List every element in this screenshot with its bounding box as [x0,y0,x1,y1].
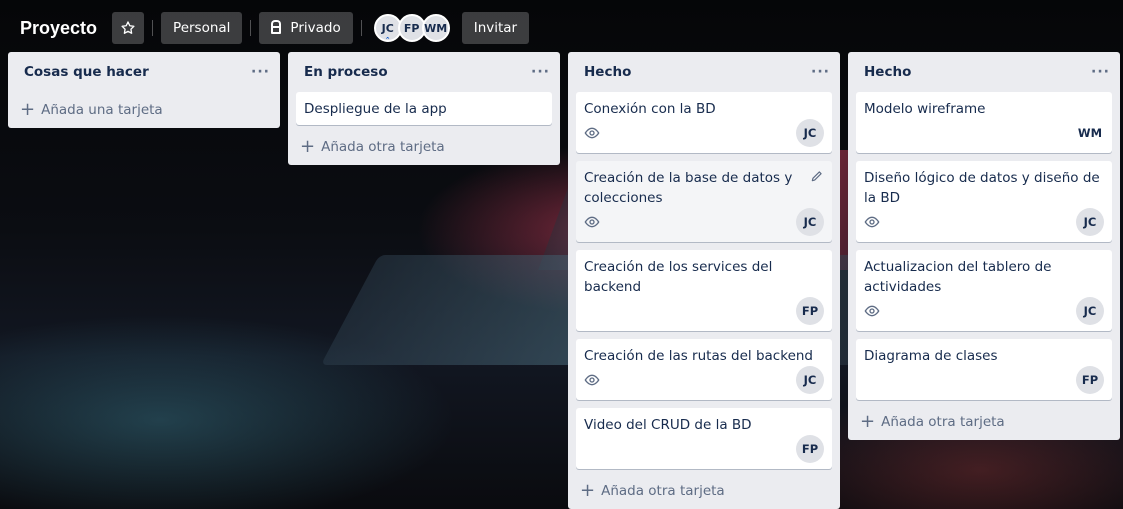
member-initials: JC [381,21,394,35]
card-badges: JC [584,208,824,236]
card-list: Conexión con la BD JC Creación de la bas… [568,92,840,469]
list-menu-icon[interactable]: ··· [1091,64,1110,80]
card[interactable]: Modelo wireframe WM [856,92,1112,153]
visibility-button[interactable]: Privado [259,12,353,44]
card-badges: WM [864,119,1104,147]
card-member-avatar[interactable]: JC [1076,208,1104,236]
add-card-button[interactable]: + Añada otra tarjeta [568,473,840,509]
star-button[interactable] [112,12,145,44]
card-title: Diagrama de clases [864,348,998,364]
card[interactable]: Actualizacion del tablero de actividades… [856,250,1112,331]
card-list: Modelo wireframe WM Diseño lógico de dat… [848,92,1120,400]
eye-icon [864,216,880,228]
card[interactable]: Creación de los services del backend FP [576,250,832,331]
add-card-label: Añada una tarjeta [41,102,163,118]
member-initials: WM [424,21,448,35]
card-title: Diseño lógico de datos y diseño de la BD [864,170,1100,206]
plus-icon: + [300,136,316,157]
add-card-label: Añada otra tarjeta [601,483,725,499]
visibility-label: Privado [290,20,341,36]
eye-icon [864,305,880,317]
card-list: Despliegue de la app [288,92,560,125]
list-menu-icon[interactable]: ··· [251,64,270,80]
list-menu-icon[interactable]: ··· [811,64,830,80]
workspace-button[interactable]: Personal [161,12,243,44]
card-title: Actualizacion del tablero de actividades [864,259,1052,295]
card-title: Modelo wireframe [864,101,986,117]
invite-button[interactable]: Invitar [461,12,530,44]
card[interactable]: Diagrama de clases FP [856,339,1112,400]
list-cosas-que-hacer: Cosas que hacer ··· + Añada una tarjeta [8,52,280,128]
add-card-button[interactable]: + Añada otra tarjeta [288,129,560,165]
card-badges: JC [584,366,824,394]
separator [152,20,154,36]
member-initials: FP [403,21,420,35]
list-header[interactable]: Cosas que hacer ··· [8,52,280,92]
card-member-avatar[interactable]: JC [796,119,824,147]
card[interactable]: Diseño lógico de datos y diseño de la BD… [856,161,1112,242]
card-badges: FP [584,435,824,463]
star-icon [121,21,135,34]
plus-icon: + [20,99,36,120]
card-member-avatar[interactable]: JC [796,208,824,236]
list-hecho-2: Hecho ··· Modelo wireframe WM Diseño lóg… [848,52,1120,440]
card-member-avatar[interactable]: FP [796,297,824,325]
card-title: Video del CRUD de la BD [584,417,752,433]
list-title[interactable]: Hecho [864,64,911,80]
card[interactable]: Conexión con la BD JC [576,92,832,153]
eye-icon [584,216,600,228]
card-member-avatar[interactable]: JC [796,366,824,394]
member-avatar[interactable]: WM [421,14,450,42]
list-header[interactable]: Hecho ··· [848,52,1120,92]
card-member-avatar[interactable]: WM [1076,119,1104,147]
card-title: Conexión con la BD [584,101,716,117]
lock-icon [271,20,282,34]
add-card-label: Añada otra tarjeta [321,139,445,155]
list-title[interactable]: Hecho [584,64,631,80]
card-member-avatar[interactable]: JC [1076,297,1104,325]
eye-icon [584,127,600,139]
board-header: Proyecto Personal Privado JC ⌃ FP WM Inv… [0,0,1123,56]
board-members: JC ⌃ FP WM [373,14,450,44]
plus-icon: + [860,411,876,432]
card-badges: FP [864,366,1104,394]
card-member-avatar[interactable]: FP [1076,366,1104,394]
card[interactable]: Creación de las rutas del backend JC [576,339,832,400]
separator [360,20,362,36]
separator [250,20,252,36]
card-badges: FP [584,297,824,325]
list-menu-icon[interactable]: ··· [531,64,550,80]
add-card-button[interactable]: + Añada una tarjeta [8,92,280,128]
board-title[interactable]: Proyecto [20,18,97,39]
card-badges: JC [864,297,1104,325]
eye-icon [584,374,600,386]
card[interactable]: Despliegue de la app [296,92,552,125]
card-member-avatar[interactable]: FP [796,435,824,463]
card-title: Despliegue de la app [304,101,447,117]
card-title: Creación de la base de datos y coleccion… [584,170,793,206]
card-badges: JC [864,208,1104,236]
list-en-proceso: En proceso ··· Despliegue de la app + Añ… [288,52,560,165]
list-header[interactable]: En proceso ··· [288,52,560,92]
card-title: Creación de los services del backend [584,259,773,295]
list-hecho: Hecho ··· Conexión con la BD JC Creación… [568,52,840,509]
card-title: Creación de las rutas del backend [584,348,813,364]
card-badges: JC [584,119,824,147]
card[interactable]: Creación de la base de datos y coleccion… [576,161,832,242]
list-title[interactable]: En proceso [304,64,388,80]
pencil-icon[interactable] [810,169,824,183]
list-header[interactable]: Hecho ··· [568,52,840,92]
add-card-button[interactable]: + Añada otra tarjeta [848,404,1120,440]
admin-chevron-icon: ⌃ [384,36,391,44]
add-card-label: Añada otra tarjeta [881,414,1005,430]
plus-icon: + [580,480,596,501]
card[interactable]: Video del CRUD de la BD FP [576,408,832,469]
list-title[interactable]: Cosas que hacer [24,64,149,80]
